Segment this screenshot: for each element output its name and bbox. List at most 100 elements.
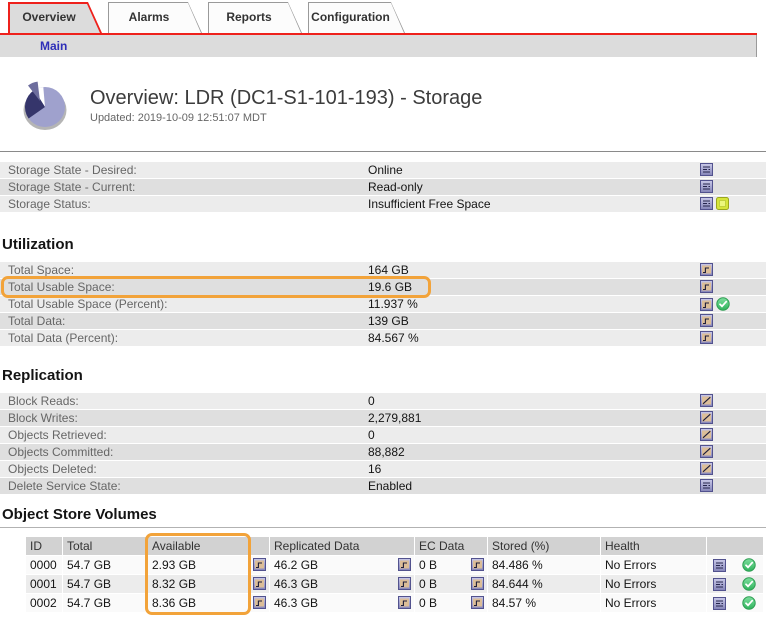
attr-value: 16 <box>368 461 381 477</box>
tab-label: Alarms <box>108 2 202 32</box>
storage-state-list: Storage State - Desired: Online Storage … <box>0 162 766 212</box>
divider <box>0 527 766 528</box>
object-store-table-wrap: ID Total Available Replicated Data EC Da… <box>0 536 766 613</box>
chart-report-icon[interactable] <box>253 558 266 571</box>
attr-label: Total Data (Percent): <box>8 330 118 346</box>
breadcrumb: Main <box>0 35 757 57</box>
cell-value: 0 B <box>419 558 437 572</box>
green-check-icon <box>742 558 756 572</box>
cell-stored: 84.644 % <box>488 575 600 593</box>
col-icons <box>707 537 763 555</box>
attr-label: Total Space: <box>8 262 74 278</box>
tab-label: Overview <box>8 2 102 32</box>
attribute-info-icon[interactable] <box>713 559 726 572</box>
attr-label: Storage State - Current: <box>8 179 135 195</box>
chart-report-icon[interactable] <box>700 314 713 327</box>
table-row: 0001 54.7 GB 8.32 GB 46.3 GB 0 B 84.644 … <box>26 575 763 593</box>
table-header-row: ID Total Available Replicated Data EC Da… <box>26 537 763 555</box>
attr-label: Total Usable Space (Percent): <box>8 296 167 312</box>
chart-report-icon[interactable] <box>253 596 266 609</box>
tab-overview[interactable]: Overview <box>8 2 102 33</box>
cell-value: 2.93 GB <box>152 558 196 572</box>
chart-report-icon[interactable] <box>700 298 713 311</box>
table-row: 0002 54.7 GB 8.36 GB 46.3 GB 0 B 84.57 %… <box>26 594 763 612</box>
attr-row-storage-status: Storage Status: Insufficient Free Space <box>0 196 766 212</box>
attribute-info-icon[interactable] <box>700 197 713 210</box>
tab-configuration[interactable]: Configuration <box>308 2 405 33</box>
attr-row-total-usable-space: Total Usable Space: 19.6 GB <box>0 279 766 295</box>
attr-row-total-data-percent: Total Data (Percent): 84.567 % <box>0 330 766 346</box>
attr-value: 88,882 <box>368 444 405 460</box>
attr-label: Block Reads: <box>8 393 79 409</box>
attr-row-total-space: Total Space: 164 GB <box>0 262 766 278</box>
attr-value: Online <box>368 162 403 178</box>
chart-report-icon[interactable] <box>700 263 713 276</box>
cell-value: 8.32 GB <box>152 577 196 591</box>
attr-label: Storage State - Desired: <box>8 162 137 178</box>
trend-report-icon[interactable] <box>700 394 713 407</box>
chart-report-icon[interactable] <box>471 577 484 590</box>
attribute-info-icon[interactable] <box>713 597 726 610</box>
attr-value: 0 <box>368 393 375 409</box>
cell-value: 46.3 GB <box>274 577 318 591</box>
cell-health: No Errors <box>601 594 706 612</box>
cell-value: 46.3 GB <box>274 596 318 610</box>
breadcrumb-main-link[interactable]: Main <box>40 35 67 57</box>
green-check-icon <box>716 297 730 311</box>
chart-report-icon[interactable] <box>471 596 484 609</box>
trend-report-icon[interactable] <box>700 428 713 441</box>
attribute-info-icon[interactable] <box>713 578 726 591</box>
attr-row-delete-service-state: Delete Service State: Enabled <box>0 478 766 494</box>
attr-value: Read-only <box>368 179 423 195</box>
chart-report-icon[interactable] <box>253 577 266 590</box>
cell-available: 8.36 GB <box>148 594 269 612</box>
col-available: Available <box>148 537 269 555</box>
cell-value: 8.36 GB <box>152 596 196 610</box>
tab-alarms[interactable]: Alarms <box>108 2 202 33</box>
cell-health: No Errors <box>601 575 706 593</box>
divider <box>0 151 766 152</box>
attr-row-block-writes: Block Writes: 2,279,881 <box>0 410 766 426</box>
cell-replicated: 46.3 GB <box>270 575 414 593</box>
chart-report-icon[interactable] <box>398 596 411 609</box>
cell-available: 2.93 GB <box>148 556 269 574</box>
trend-report-icon[interactable] <box>700 462 713 475</box>
trend-report-icon[interactable] <box>700 411 713 424</box>
replication-list: Block Reads: 0 Block Writes: 2,279,881 O… <box>0 393 766 494</box>
cell-value: 46.2 GB <box>274 558 318 572</box>
cell-value: 0 B <box>419 596 437 610</box>
section-heading-utilization: Utilization <box>0 236 766 253</box>
chart-report-icon[interactable] <box>700 331 713 344</box>
chart-report-icon[interactable] <box>471 558 484 571</box>
attr-value: 19.6 GB <box>368 279 412 295</box>
attr-row-total-data: Total Data: 139 GB <box>0 313 766 329</box>
cell-total: 54.7 GB <box>63 594 147 612</box>
attribute-info-icon[interactable] <box>700 479 713 492</box>
pie-chart-icon <box>15 77 73 135</box>
attribute-info-icon[interactable] <box>700 163 713 176</box>
attr-label: Total Usable Space: <box>8 279 115 295</box>
trend-report-icon[interactable] <box>700 445 713 458</box>
tab-reports[interactable]: Reports <box>208 2 302 33</box>
chart-report-icon[interactable] <box>398 558 411 571</box>
attribute-info-icon[interactable] <box>700 180 713 193</box>
cell-value: 0 B <box>419 577 437 591</box>
page-header: Overview: LDR (DC1-S1-101-193) - Storage… <box>0 57 766 151</box>
cell-icons <box>707 556 763 574</box>
green-check-icon <box>742 577 756 591</box>
attr-row-objects-committed: Objects Committed: 88,882 <box>0 444 766 460</box>
section-heading-replication: Replication <box>0 367 766 384</box>
chart-report-icon[interactable] <box>700 280 713 293</box>
tab-bar: Overview Alarms Reports Configuration <box>0 2 757 35</box>
chart-report-icon[interactable] <box>398 577 411 590</box>
cell-ec: 0 B <box>415 556 487 574</box>
attr-row-objects-deleted: Objects Deleted: 16 <box>0 461 766 477</box>
attr-label: Objects Committed: <box>8 444 113 460</box>
col-health: Health <box>601 537 706 555</box>
cell-available: 8.32 GB <box>148 575 269 593</box>
cell-replicated: 46.3 GB <box>270 594 414 612</box>
tab-label: Reports <box>208 2 302 32</box>
col-stored-percent: Stored (%) <box>488 537 600 555</box>
attr-label: Objects Deleted: <box>8 461 97 477</box>
col-total: Total <box>63 537 147 555</box>
